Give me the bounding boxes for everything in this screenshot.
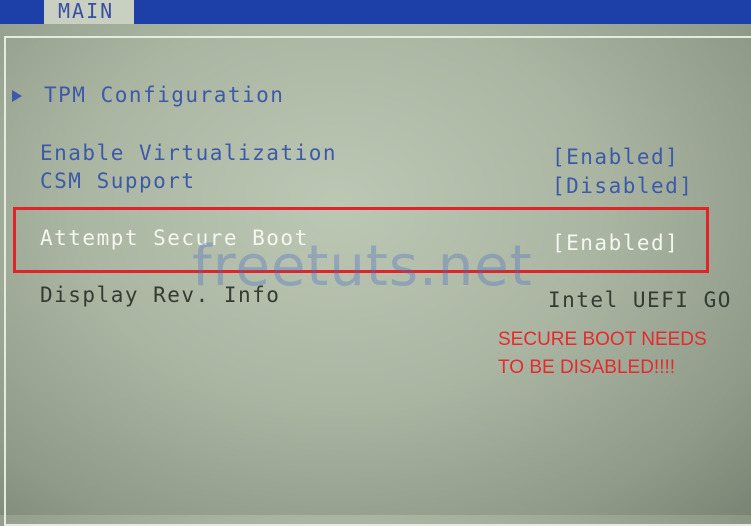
annotation-line-2: TO BE DISABLED!!!! xyxy=(498,357,676,378)
watermark-text: freetuts.net xyxy=(192,234,533,299)
display-rev-info-value: Intel UEFI GO xyxy=(548,288,732,312)
tab-main[interactable]: MAIN xyxy=(44,0,134,24)
csm-support-value[interactable]: [Disabled] xyxy=(552,174,693,198)
menu-item-tpm-configuration[interactable]: TPM Configuration xyxy=(44,83,284,107)
enable-virtualization-label[interactable]: Enable Virtualization xyxy=(40,141,337,165)
submenu-arrow-icon xyxy=(12,90,22,102)
csm-support-label[interactable]: CSM Support xyxy=(40,169,196,193)
annotation-note: SECURE BOOT NEEDS TO BE DISABLED!!!! xyxy=(498,326,707,382)
annotation-line-1: SECURE BOOT NEEDS xyxy=(498,329,707,350)
enable-virtualization-value[interactable]: [Enabled] xyxy=(552,145,679,169)
